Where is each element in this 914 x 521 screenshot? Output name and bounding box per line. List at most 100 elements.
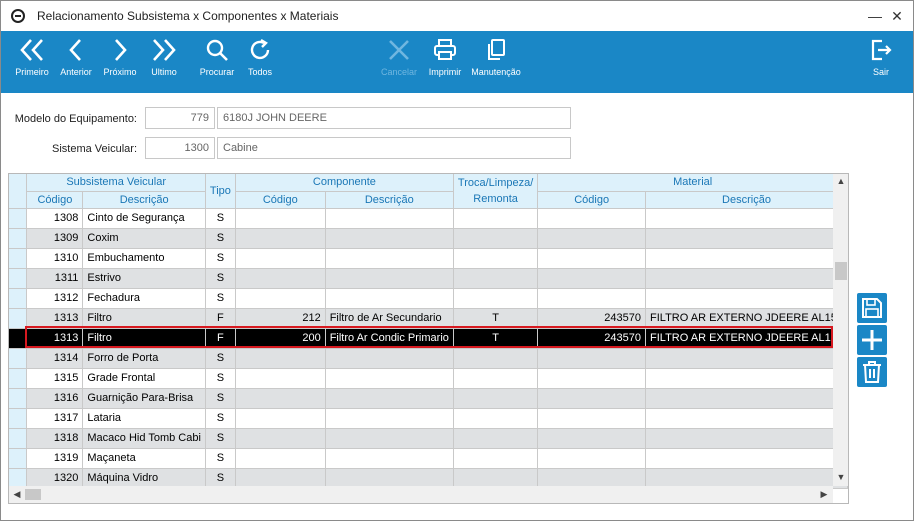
mat-codigo-cell[interactable] bbox=[537, 268, 646, 289]
table-row[interactable]: 1313 Filtro F 200 Filtro Ar Condic Primario T… bbox=[9, 328, 848, 349]
row-selector[interactable] bbox=[9, 428, 28, 449]
mat-descricao-cell[interactable] bbox=[645, 468, 848, 489]
sub-descricao-cell[interactable]: Embuchamento bbox=[82, 248, 206, 269]
comp-codigo-cell[interactable] bbox=[235, 348, 326, 369]
mat-codigo-cell[interactable] bbox=[537, 248, 646, 269]
table-row[interactable]: 1308 Cinto de Segurança S bbox=[9, 208, 848, 229]
table-row[interactable]: 1317 Lataria S bbox=[9, 408, 848, 429]
table-row[interactable]: 1314 Forro de Porta S bbox=[9, 348, 848, 369]
mat-codigo-cell[interactable] bbox=[537, 368, 646, 389]
row-selector[interactable] bbox=[9, 328, 28, 349]
scroll-up-icon[interactable]: ▲ bbox=[833, 174, 848, 188]
mat-codigo-cell[interactable] bbox=[537, 468, 646, 489]
tipo-cell[interactable]: S bbox=[205, 208, 236, 229]
comp-descricao-cell[interactable] bbox=[325, 268, 454, 289]
add-button[interactable] bbox=[857, 325, 887, 355]
comp-descricao-cell[interactable]: Filtro Ar Condic Primario bbox=[325, 328, 454, 349]
row-selector[interactable] bbox=[9, 268, 28, 289]
sub-descricao-cell[interactable]: Macaco Hid Tomb Cabi bbox=[82, 428, 206, 449]
comp-descricao-cell[interactable] bbox=[325, 388, 454, 409]
table-row[interactable]: 1309 Coxim S bbox=[9, 228, 848, 249]
comp-descricao-cell[interactable] bbox=[325, 288, 454, 309]
troca-cell[interactable] bbox=[453, 468, 539, 489]
manutencao-button[interactable]: Manutenção bbox=[469, 37, 523, 87]
comp-codigo-header[interactable]: Código bbox=[235, 191, 326, 209]
row-selector[interactable] bbox=[9, 468, 28, 489]
mat-descricao-cell[interactable] bbox=[645, 228, 848, 249]
troca-cell[interactable] bbox=[453, 208, 539, 229]
comp-codigo-cell[interactable] bbox=[235, 228, 326, 249]
row-selector[interactable] bbox=[9, 368, 28, 389]
sub-descricao-cell[interactable]: Guarnição Para-Brisa bbox=[82, 388, 206, 409]
close-button[interactable]: ✕ bbox=[887, 6, 907, 26]
table-row[interactable]: 1319 Maçaneta S bbox=[9, 448, 848, 469]
tipo-cell[interactable]: S bbox=[205, 448, 236, 469]
sub-codigo-cell[interactable]: 1313 bbox=[26, 328, 84, 349]
vertical-scrollbar[interactable]: ▲ ▼ bbox=[833, 174, 848, 486]
sub-codigo-cell[interactable]: 1314 bbox=[26, 348, 84, 369]
tipo-cell[interactable]: F bbox=[205, 328, 236, 349]
delete-button[interactable] bbox=[857, 357, 887, 387]
sub-descricao-cell[interactable]: Maçaneta bbox=[82, 448, 206, 469]
row-selector[interactable] bbox=[9, 288, 28, 309]
tipo-cell[interactable]: F bbox=[205, 308, 236, 329]
modelo-codigo-field[interactable]: 779 bbox=[145, 107, 215, 129]
row-selector[interactable] bbox=[9, 388, 28, 409]
primeiro-button[interactable]: Primeiro bbox=[11, 37, 53, 87]
mat-codigo-cell[interactable] bbox=[537, 228, 646, 249]
comp-codigo-cell[interactable] bbox=[235, 208, 326, 229]
comp-codigo-cell[interactable] bbox=[235, 368, 326, 389]
comp-codigo-cell[interactable]: 212 bbox=[235, 308, 326, 329]
comp-codigo-cell[interactable]: 200 bbox=[235, 328, 326, 349]
todos-button[interactable]: Todos bbox=[243, 37, 277, 87]
troca-cell[interactable] bbox=[453, 288, 539, 309]
row-selector[interactable] bbox=[9, 448, 28, 469]
comp-descricao-header[interactable]: Descrição bbox=[325, 191, 454, 209]
imprimir-button[interactable]: Imprimir bbox=[425, 37, 465, 87]
table-row[interactable]: 1315 Grade Frontal S bbox=[9, 368, 848, 389]
sub-codigo-cell[interactable]: 1310 bbox=[26, 248, 84, 269]
comp-codigo-cell[interactable] bbox=[235, 248, 326, 269]
row-selector[interactable] bbox=[9, 308, 28, 329]
mat-descricao-cell[interactable] bbox=[645, 368, 848, 389]
sub-descricao-cell[interactable]: Cinto de Segurança bbox=[82, 208, 206, 229]
comp-codigo-cell[interactable] bbox=[235, 408, 326, 429]
comp-descricao-cell[interactable] bbox=[325, 428, 454, 449]
troca-cell[interactable] bbox=[453, 228, 539, 249]
anterior-button[interactable]: Anterior bbox=[57, 37, 95, 87]
table-row[interactable]: 1311 Estrivo S bbox=[9, 268, 848, 289]
sub-descricao-cell[interactable]: Lataria bbox=[82, 408, 206, 429]
mat-codigo-cell[interactable] bbox=[537, 428, 646, 449]
comp-descricao-cell[interactable] bbox=[325, 468, 454, 489]
mat-descricao-header[interactable]: Descrição bbox=[645, 191, 848, 209]
sub-descricao-cell[interactable]: Forro de Porta bbox=[82, 348, 206, 369]
mat-descricao-cell[interactable] bbox=[645, 208, 848, 229]
row-selector[interactable] bbox=[9, 348, 28, 369]
comp-codigo-cell[interactable] bbox=[235, 288, 326, 309]
mat-descricao-cell[interactable] bbox=[645, 388, 848, 409]
tipo-cell[interactable]: S bbox=[205, 368, 236, 389]
procurar-button[interactable]: Procurar bbox=[197, 37, 237, 87]
scroll-right-icon[interactable]: ▶ bbox=[817, 487, 831, 501]
troca-cell[interactable] bbox=[453, 248, 539, 269]
comp-descricao-cell[interactable] bbox=[325, 228, 454, 249]
troca-cell[interactable] bbox=[453, 448, 539, 469]
ultimo-button[interactable]: Ultimo bbox=[145, 37, 183, 87]
horizontal-scrollbar[interactable]: ◀ ▶ bbox=[9, 486, 833, 503]
row-selector[interactable] bbox=[9, 228, 28, 249]
mat-codigo-cell[interactable] bbox=[537, 208, 646, 229]
comp-codigo-cell[interactable] bbox=[235, 468, 326, 489]
tipo-cell[interactable]: S bbox=[205, 288, 236, 309]
comp-codigo-cell[interactable] bbox=[235, 268, 326, 289]
comp-descricao-cell[interactable] bbox=[325, 248, 454, 269]
sair-button[interactable]: Sair bbox=[865, 37, 897, 87]
comp-descricao-cell[interactable] bbox=[325, 368, 454, 389]
mat-descricao-cell[interactable] bbox=[645, 408, 848, 429]
mat-descricao-cell[interactable] bbox=[645, 428, 848, 449]
table-row[interactable]: 1310 Embuchamento S bbox=[9, 248, 848, 269]
table-row[interactable]: 1313 Filtro F 212 Filtro de Ar Secundario T 24… bbox=[9, 308, 848, 329]
sub-descricao-cell[interactable]: Filtro bbox=[82, 308, 206, 329]
mat-codigo-cell[interactable] bbox=[537, 408, 646, 429]
sistema-codigo-field[interactable]: 1300 bbox=[145, 137, 215, 159]
comp-descricao-cell[interactable]: Filtro de Ar Secundario bbox=[325, 308, 454, 329]
